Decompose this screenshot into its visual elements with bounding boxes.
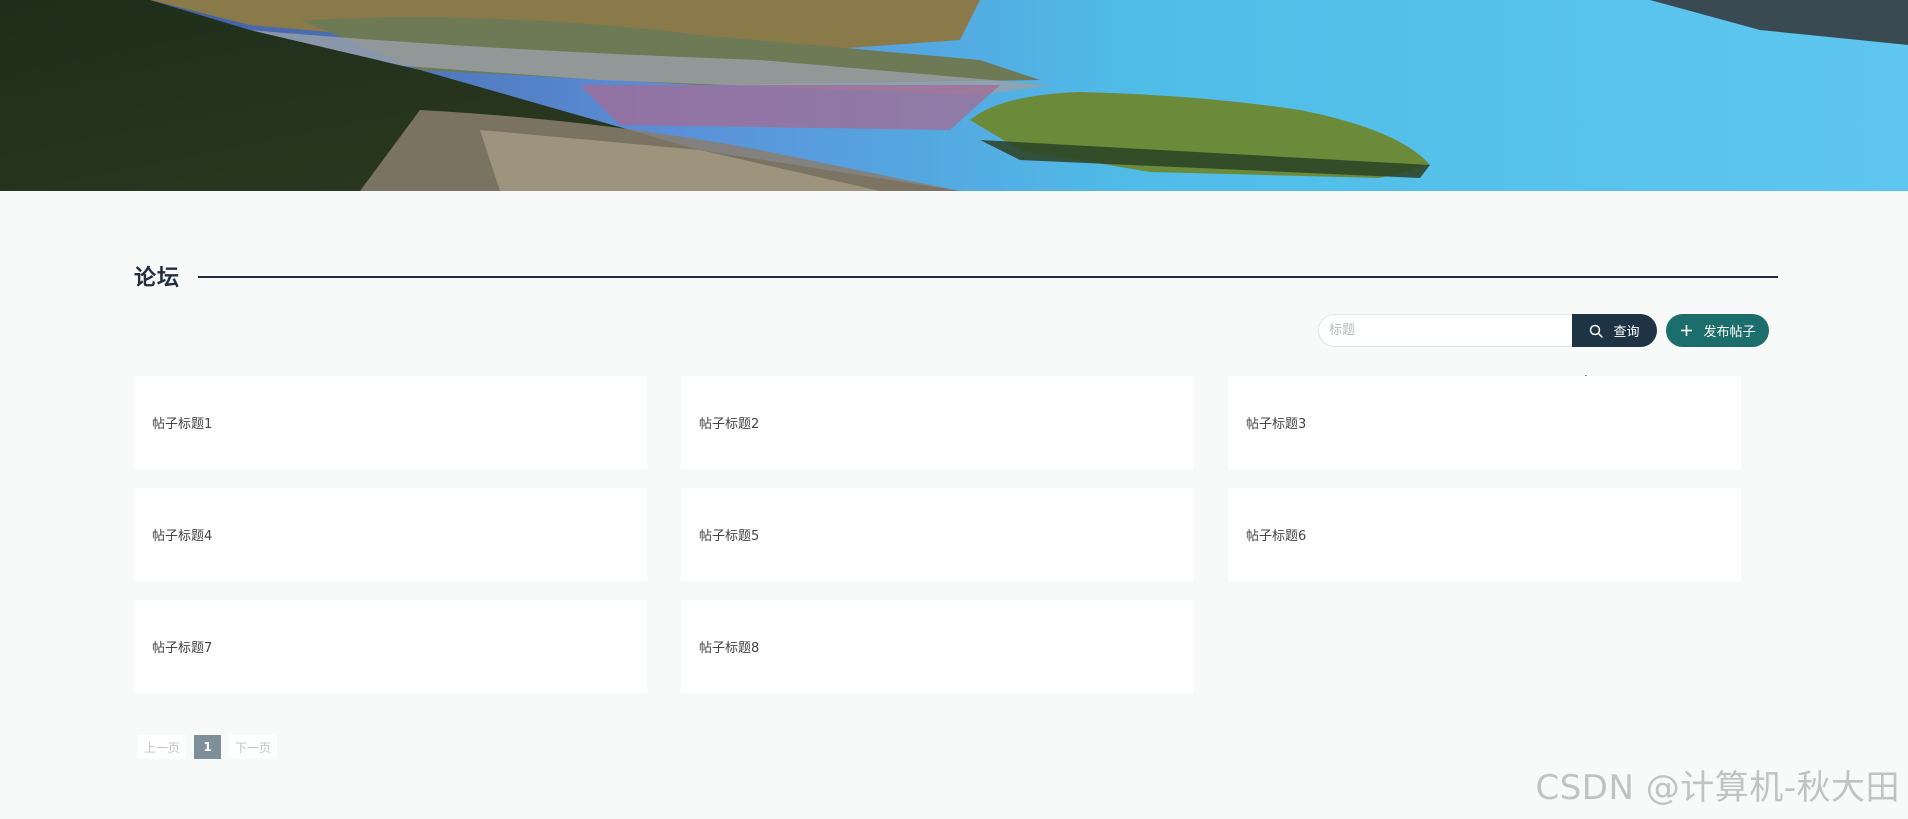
forum-page: 论坛 查询 发布帖子 xyxy=(0,0,1908,819)
publish-button-label: 发布帖子 xyxy=(1703,325,1756,340)
search-icon xyxy=(1589,324,1604,338)
post-card[interactable]: 帖子标题6 xyxy=(1228,488,1741,581)
post-card[interactable]: 帖子标题7 xyxy=(134,600,647,693)
search-toolbar: 查询 发布帖子 xyxy=(1318,314,1769,347)
post-card[interactable]: 帖子标题8 xyxy=(681,600,1194,693)
post-title: 帖子标题7 xyxy=(152,641,213,656)
query-button[interactable]: 查询 xyxy=(1572,314,1657,347)
post-title: 帖子标题6 xyxy=(1246,529,1307,544)
publish-post-button[interactable]: 发布帖子 xyxy=(1666,314,1769,347)
post-title: 帖子标题5 xyxy=(699,529,760,544)
pagination: 上一页 1 下一页 xyxy=(138,735,278,759)
plus-icon xyxy=(1679,324,1693,338)
next-page-button[interactable]: 下一页 xyxy=(229,735,278,759)
search-input[interactable] xyxy=(1318,314,1572,347)
post-card[interactable]: 帖子标题4 xyxy=(134,488,647,581)
post-card[interactable]: 帖子标题5 xyxy=(681,488,1194,581)
prev-page-button[interactable]: 上一页 xyxy=(138,735,187,759)
title-divider xyxy=(198,276,1778,278)
post-card[interactable]: 帖子标题1 xyxy=(134,376,647,469)
page-title: 论坛 xyxy=(134,266,181,291)
post-card[interactable]: 帖子标题2 xyxy=(681,376,1194,469)
banner-image xyxy=(0,0,1908,191)
post-title: 帖子标题8 xyxy=(699,641,760,656)
post-title: 帖子标题2 xyxy=(699,417,760,432)
query-button-label: 查询 xyxy=(1613,325,1640,340)
section-header: 论坛 xyxy=(134,260,1778,292)
post-title: 帖子标题3 xyxy=(1246,417,1307,432)
post-card[interactable]: 帖子标题3 xyxy=(1228,376,1741,469)
post-title: 帖子标题4 xyxy=(152,529,213,544)
page-number-current[interactable]: 1 xyxy=(194,735,222,759)
watermark: CSDN @计算机-秋大田 xyxy=(1535,768,1900,808)
post-title: 帖子标题1 xyxy=(152,417,213,432)
lake-landscape-image xyxy=(0,0,1908,191)
